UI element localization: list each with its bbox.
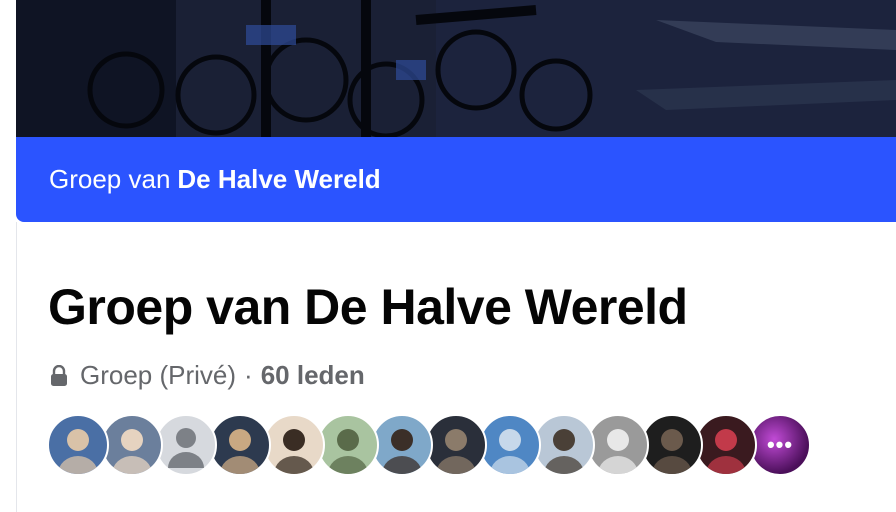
- group-privacy-label[interactable]: Groep (Privé): [80, 360, 236, 391]
- more-dots-icon: •••: [766, 432, 794, 457]
- member-avatar[interactable]: [533, 414, 595, 476]
- member-avatar[interactable]: [209, 414, 271, 476]
- more-members-button[interactable]: •••: [749, 414, 811, 476]
- member-photo: [382, 429, 422, 474]
- member-avatar[interactable]: [371, 414, 433, 476]
- member-avatar[interactable]: [587, 414, 649, 476]
- member-avatar[interactable]: [317, 414, 379, 476]
- member-avatar[interactable]: [695, 414, 757, 476]
- banner-group-name: De Halve Wereld: [177, 164, 381, 194]
- member-photo: [598, 429, 638, 474]
- member-avatar[interactable]: [641, 414, 703, 476]
- banner-prefix: Groep van: [49, 164, 171, 194]
- member-photo: [220, 429, 260, 474]
- member-avatars: •••: [47, 414, 811, 480]
- member-photo: [544, 429, 584, 474]
- meta-separator: ·: [244, 360, 253, 390]
- member-avatar[interactable]: [101, 414, 163, 476]
- cover-photo[interactable]: [16, 0, 896, 138]
- member-avatar[interactable]: [479, 414, 541, 476]
- lock-icon: [51, 364, 67, 386]
- member-avatar[interactable]: [47, 414, 109, 476]
- group-banner[interactable]: Groep van De Halve Wereld: [16, 137, 896, 222]
- member-photo: [274, 429, 314, 474]
- member-avatar[interactable]: [425, 414, 487, 476]
- card-left-border: [16, 222, 17, 512]
- member-avatar[interactable]: [263, 414, 325, 476]
- member-count-link[interactable]: 60 leden: [261, 360, 365, 391]
- page-left-edge: [0, 0, 16, 512]
- member-photo: [490, 429, 530, 474]
- group-meta: Groep (Privé) · 60 leden: [50, 360, 365, 391]
- cover-photo-bicycles: [16, 0, 896, 138]
- member-photo: [436, 429, 476, 474]
- member-avatar-placeholder[interactable]: [155, 414, 217, 476]
- member-photo: [328, 429, 368, 474]
- member-photo: [706, 429, 746, 474]
- person-silhouette-icon: [168, 428, 204, 468]
- group-title[interactable]: Groep van De Halve Wereld: [48, 278, 688, 336]
- member-photo: [652, 429, 692, 474]
- member-photo: [112, 429, 152, 474]
- member-photo: [58, 429, 98, 474]
